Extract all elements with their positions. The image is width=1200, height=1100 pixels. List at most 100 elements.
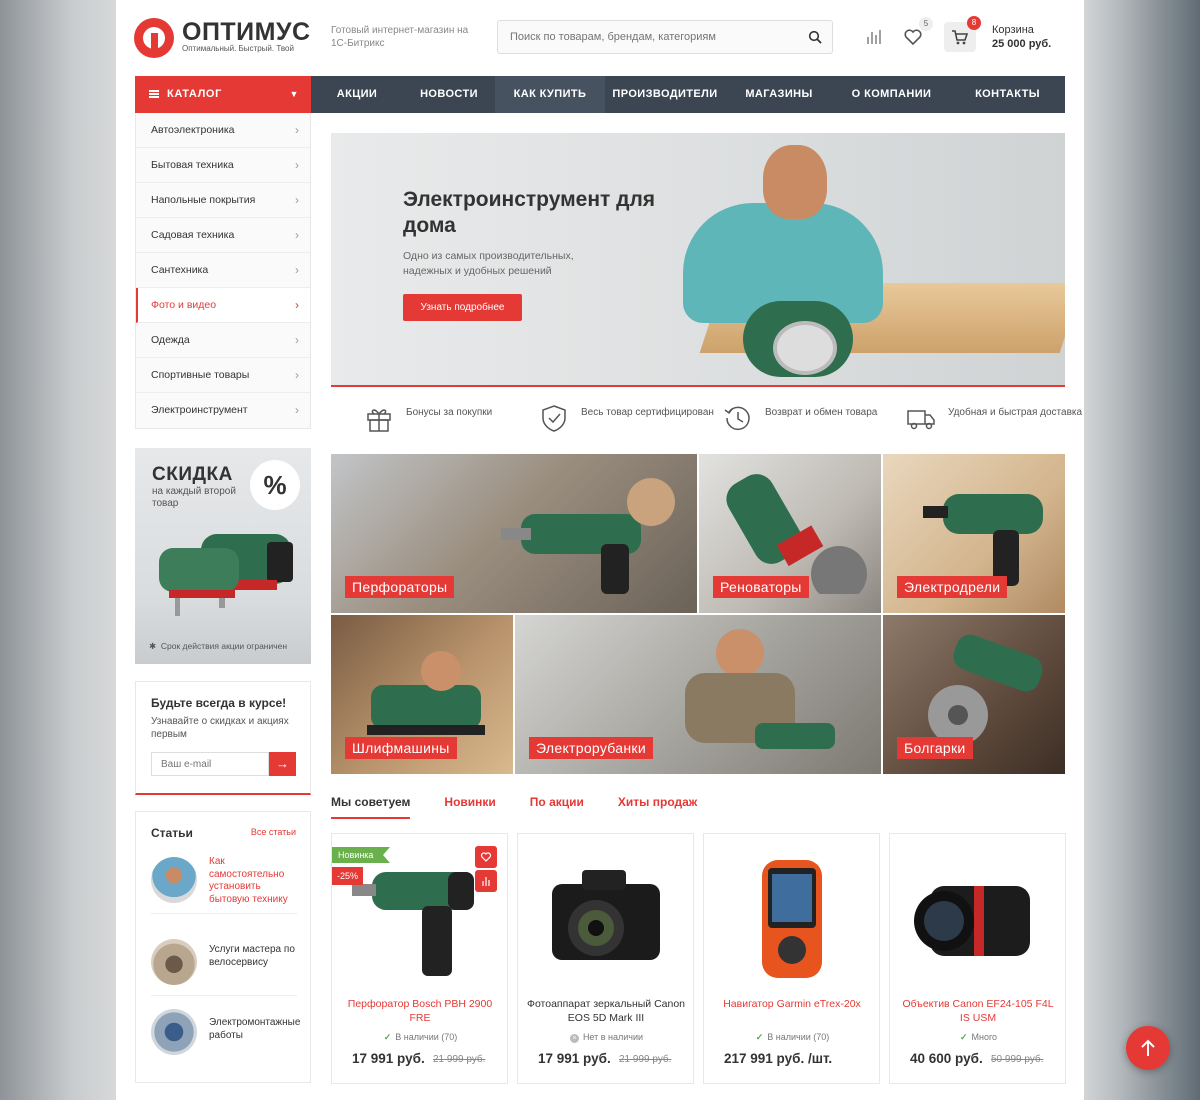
tab-new[interactable]: Новинки bbox=[444, 795, 495, 819]
nav-item-stores[interactable]: МАГАЗИНЫ bbox=[725, 76, 833, 113]
catalog-item[interactable]: Электроинструмент › bbox=[136, 393, 310, 428]
tab-bestsellers[interactable]: Хиты продаж bbox=[618, 795, 697, 819]
all-articles-link[interactable]: Все статьи bbox=[251, 827, 296, 837]
advantage-text: Удобная и быстрая доставка bbox=[948, 407, 1083, 418]
catalog-item-label: Автоэлектроника bbox=[151, 124, 235, 136]
articles-block: Статьи Все статьи Как самостоятельно уст… bbox=[135, 811, 311, 1083]
cart-sum[interactable]: 25 000 руб. bbox=[992, 38, 1051, 50]
compare-icon[interactable] bbox=[864, 26, 886, 48]
catalog-item[interactable]: Напольные покрытия › bbox=[136, 183, 310, 218]
stock-status: × Нет в наличии bbox=[518, 1032, 695, 1043]
product-image bbox=[352, 872, 474, 976]
product-name[interactable]: Объектив Canon EF24-105 F4L IS USM bbox=[898, 997, 1058, 1025]
catalog-item[interactable]: Сантехника › bbox=[136, 253, 310, 288]
percent-badge: % bbox=[250, 460, 300, 510]
product-old-price: 21 999 руб. bbox=[619, 1054, 672, 1065]
catalog-item[interactable]: Садовая техника › bbox=[136, 218, 310, 253]
email-field[interactable] bbox=[151, 752, 269, 776]
category-tile[interactable]: Шлифмашины bbox=[331, 615, 513, 774]
catalog-item-label: Фото и видео bbox=[151, 299, 217, 311]
hero-banner[interactable]: Электроинструмент для дома Одно из самых… bbox=[331, 133, 1065, 387]
category-tile[interactable]: Реноваторы bbox=[699, 454, 881, 613]
certificate-icon bbox=[542, 405, 566, 432]
nav-item-how-to-buy[interactable]: КАК КУПИТЬ bbox=[495, 76, 605, 113]
catalog-item-label: Спортивные товары bbox=[151, 369, 250, 381]
catalog-button[interactable]: КАТАЛОГ ▼ bbox=[135, 76, 311, 113]
subscribe-text: Узнавайте о скидках и акциях первым bbox=[151, 716, 289, 740]
category-tile[interactable]: Электродрели bbox=[883, 454, 1065, 613]
search-box bbox=[497, 20, 833, 54]
nav-item-contacts[interactable]: КОНТАКТЫ bbox=[950, 76, 1065, 113]
product-card[interactable]: Навигатор Garmin eTrex-20x ✓ В наличии (7… bbox=[703, 833, 880, 1084]
article-item[interactable]: Электромонтажные работы bbox=[151, 1002, 300, 1066]
cart-label[interactable]: Корзина bbox=[992, 24, 1034, 36]
check-icon: ✓ bbox=[383, 1032, 392, 1042]
subscribe-title: Будьте всегда в курсе! bbox=[151, 696, 287, 710]
nav-item-manufacturers[interactable]: ПРОИЗВОДИТЕЛИ bbox=[605, 76, 725, 113]
chevron-right-icon: › bbox=[295, 403, 299, 417]
logo-tagline: Оптимальный. Быстрый. Твой bbox=[182, 44, 294, 53]
search-icon[interactable] bbox=[808, 30, 822, 44]
product-price: 17 991 руб. bbox=[538, 1051, 611, 1066]
product-old-price: 21 999 руб. bbox=[433, 1054, 486, 1065]
catalog-item[interactable]: Автоэлектроника › bbox=[136, 113, 310, 148]
category-tile[interactable]: Электрорубанки bbox=[515, 615, 881, 774]
check-icon: ✓ bbox=[755, 1032, 764, 1042]
catalog-item-active[interactable]: Фото и видео › bbox=[136, 288, 310, 323]
subscribe-button[interactable]: → bbox=[269, 752, 296, 776]
compare-icon bbox=[482, 877, 490, 886]
header-tagline: Готовый интернет-магазин на 1С-Битрикс bbox=[331, 25, 469, 49]
chevron-right-icon: › bbox=[295, 368, 299, 382]
product-name[interactable]: Перфоратор Bosch PBH 2900 FRE bbox=[340, 997, 500, 1025]
article-item[interactable]: Услуги мастера по велосервису bbox=[151, 932, 297, 996]
cart-count-badge: 8 bbox=[967, 16, 981, 30]
category-tile[interactable]: Болгарки bbox=[883, 615, 1065, 774]
hero-more-button[interactable]: Узнать подробнее bbox=[403, 294, 522, 321]
catalog-item-label: Напольные покрытия bbox=[151, 194, 256, 206]
add-to-favorites-button[interactable] bbox=[475, 846, 497, 868]
chevron-right-icon: › bbox=[295, 333, 299, 347]
article-title[interactable]: Услуги мастера по велосервису bbox=[209, 944, 301, 969]
stock-status: ✓ Много bbox=[890, 1032, 1067, 1043]
product-name[interactable]: Фотоаппарат зеркальный Canon EOS 5D Mark… bbox=[526, 997, 686, 1025]
arrow-up-icon bbox=[1141, 1039, 1155, 1056]
tab-recommended[interactable]: Мы советуем bbox=[331, 795, 411, 819]
product-card[interactable]: Объектив Canon EF24-105 F4L IS USM ✓ Мног… bbox=[889, 833, 1066, 1084]
search-input[interactable] bbox=[498, 21, 788, 53]
category-label: Болгарки bbox=[897, 737, 973, 759]
scroll-top-button[interactable] bbox=[1126, 1026, 1170, 1070]
promo-subtitle: на каждый второй товар bbox=[152, 486, 236, 509]
angle-grinder-image bbox=[928, 634, 1043, 745]
article-title[interactable]: Как самостоятельно установить бытовую те… bbox=[209, 856, 301, 906]
nav-item-promotions[interactable]: АКЦИИ bbox=[311, 76, 403, 113]
category-tile[interactable]: Перфораторы bbox=[331, 454, 697, 613]
hero-subtitle: Одно из самых производительных, надежных… bbox=[403, 250, 574, 277]
logo[interactable] bbox=[134, 18, 174, 58]
article-item[interactable]: Как самостоятельно установить бытовую те… bbox=[151, 850, 297, 914]
stock-status: ✓ В наличии (70) bbox=[332, 1032, 509, 1043]
nav-item-about[interactable]: О КОМПАНИИ bbox=[833, 76, 950, 113]
product-price: 217 991 руб. /шт. bbox=[724, 1051, 833, 1066]
nav-item-news[interactable]: НОВОСТИ bbox=[403, 76, 495, 113]
catalog-item[interactable]: Спортивные товары › bbox=[136, 358, 310, 393]
catalog-menu: Автоэлектроника › Бытовая техника › Наполь… bbox=[135, 113, 311, 429]
article-title[interactable]: Электромонтажные работы bbox=[209, 1017, 301, 1042]
tab-sale[interactable]: По акции bbox=[530, 795, 584, 819]
product-price: 40 600 руб. bbox=[910, 1051, 983, 1066]
catalog-item[interactable]: Одежда › bbox=[136, 323, 310, 358]
truck-icon bbox=[907, 410, 935, 430]
add-to-compare-button[interactable] bbox=[475, 870, 497, 892]
chevron-right-icon: › bbox=[295, 263, 299, 277]
chevron-right-icon: › bbox=[295, 193, 299, 207]
drill-image bbox=[923, 494, 1043, 586]
advantage-text: Весь товар сертифицирован bbox=[581, 407, 714, 418]
chevron-right-icon: › bbox=[295, 123, 299, 137]
subscribe-block: Будьте всегда в курсе! Узнавайте о скидк… bbox=[135, 681, 311, 795]
catalog-item[interactable]: Бытовая техника › bbox=[136, 148, 310, 183]
product-card[interactable]: Новинка -25% Перфоратор Bosch PBH 2900 F… bbox=[331, 833, 508, 1084]
logo-name[interactable]: ОПТИМУС bbox=[182, 18, 311, 47]
product-card[interactable]: Фотоаппарат зеркальный Canon EOS 5D Mark… bbox=[517, 833, 694, 1084]
catalog-item-label: Электроинструмент bbox=[151, 404, 248, 416]
promo-banner[interactable]: СКИДКА на каждый второй товар % ✱ Срок д… bbox=[135, 448, 311, 664]
product-name[interactable]: Навигатор Garmin eTrex-20x bbox=[712, 997, 872, 1011]
